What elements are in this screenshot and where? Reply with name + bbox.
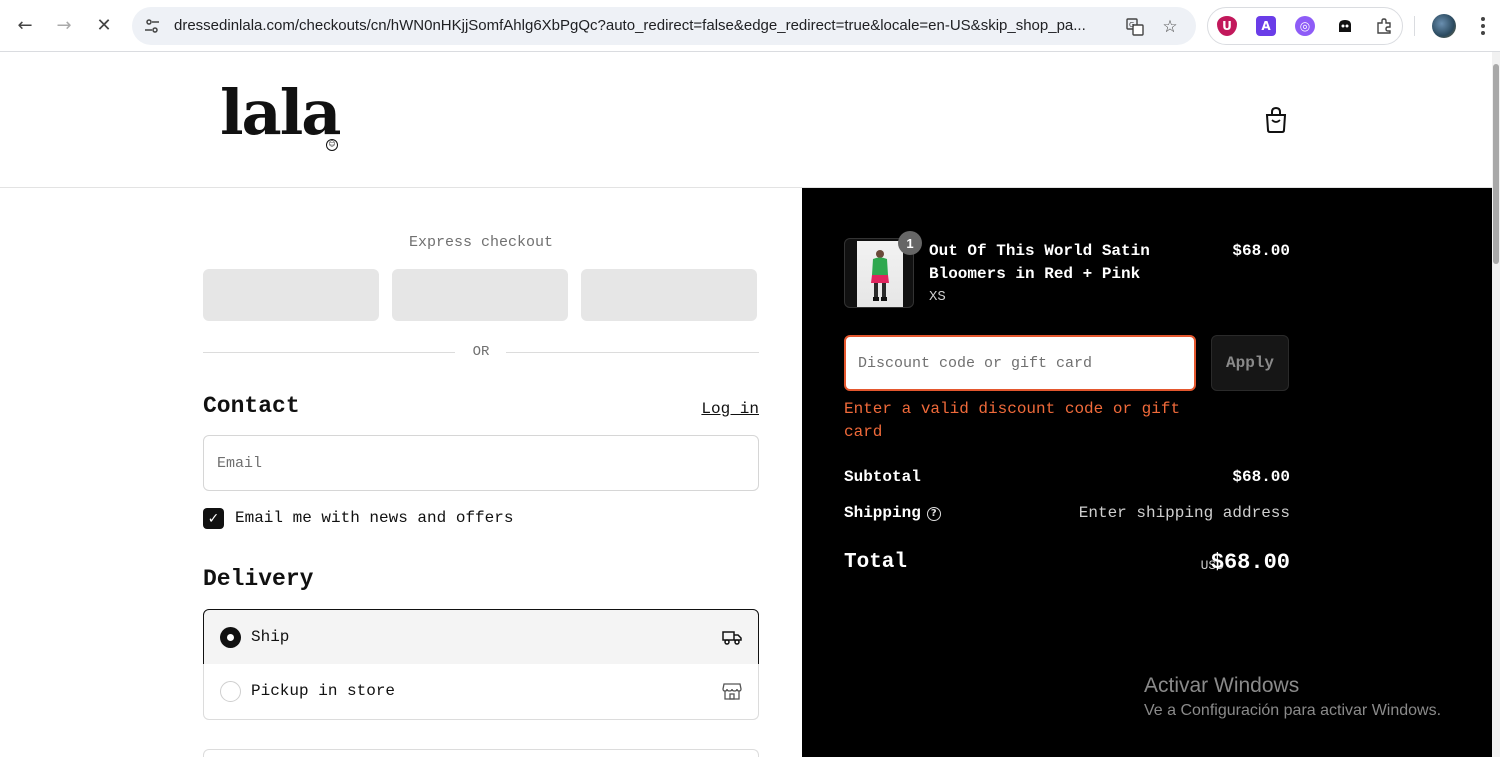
express-checkout-title: Express checkout (408, 234, 554, 251)
express-pay-button[interactable] (203, 269, 379, 321)
url-text: dressedinlala.com/checkouts/cn/hWN0nHKjj… (174, 17, 1086, 34)
login-link[interactable]: Log in (701, 400, 759, 418)
radio-unselected[interactable] (220, 681, 241, 702)
newsletter-checkbox[interactable]: ✓ (203, 508, 224, 529)
quantity-badge: 1 (898, 231, 922, 255)
discount-code-field[interactable] (844, 335, 1196, 391)
logo[interactable]: lala (220, 82, 341, 144)
delivery-option-label: Ship (251, 628, 290, 646)
express-pay-button[interactable] (581, 269, 757, 321)
svg-text:G: G (1129, 21, 1134, 29)
delivery-title: Delivery (203, 566, 314, 592)
order-summary: 1 Out Of This World Satin Bloomers in Re… (802, 188, 1492, 757)
email-field[interactable] (203, 435, 759, 491)
site-header: lala ☺ (0, 52, 1492, 188)
delivery-option-label: Pickup in store (251, 682, 396, 700)
shipping-value: Enter shipping address (1078, 504, 1290, 522)
total-label: Total (844, 551, 908, 574)
toolbar-divider (1414, 16, 1415, 36)
discount-error-message: Enter a valid discount code or gift card (844, 400, 1181, 441)
shipping-label: Shipping (844, 504, 921, 522)
delivery-option-ship[interactable]: Ship (203, 609, 759, 665)
browser-toolbar: ← → ✕ dressedinlala.com/checkouts/cn/hWN… (0, 0, 1500, 52)
site-info-icon[interactable] (142, 16, 162, 36)
swirl-icon[interactable]: ◎ (1295, 16, 1315, 36)
forward-icon[interactable]: → (50, 11, 78, 39)
more-menu-icon[interactable] (1476, 12, 1490, 40)
extensions-group: U A ◎ (1207, 7, 1403, 45)
product-variant: XS (929, 289, 946, 305)
translate-icon[interactable]: G (1124, 16, 1146, 38)
windows-activation-watermark: Activar Windows Ve a Configuración para … (1144, 674, 1441, 720)
radio-selected[interactable] (220, 627, 241, 648)
watermark-subtitle: Ve a Configuración para activar Windows. (1144, 702, 1442, 719)
address-bar[interactable]: dressedinlala.com/checkouts/cn/hWN0nHKjj… (132, 7, 1196, 45)
a-icon[interactable]: A (1256, 16, 1276, 36)
total-value: $68.00 (1210, 550, 1290, 575)
contact-title: Contact (203, 393, 300, 419)
ghost-icon[interactable] (1335, 16, 1355, 36)
bookmark-star-icon[interactable]: ☆ (1159, 16, 1181, 38)
page-scrollbar[interactable] (1492, 52, 1500, 757)
scrollbar-thumb[interactable] (1493, 64, 1499, 264)
product-price: $68.00 (1232, 242, 1290, 260)
product-name: Out Of This World Satin Bloomers in Red … (929, 242, 1150, 283)
stop-loading-icon[interactable]: ✕ (90, 11, 118, 39)
product-photo (857, 241, 903, 307)
subtotal-value: $68.00 (1232, 468, 1290, 486)
puzzle-icon[interactable] (1374, 16, 1394, 36)
express-pay-button[interactable] (392, 269, 568, 321)
profile-avatar[interactable] (1432, 14, 1456, 38)
ublock-icon[interactable]: U (1217, 16, 1237, 36)
store-icon (722, 681, 742, 701)
or-divider: OR (472, 344, 490, 360)
newsletter-label: Email me with news and offers (235, 509, 514, 527)
help-icon[interactable]: ? (926, 507, 941, 521)
shopping-bag-icon[interactable] (1264, 106, 1288, 134)
logo-smiley-icon: ☺ (326, 139, 338, 151)
apply-discount-button[interactable]: Apply (1211, 335, 1289, 391)
back-icon[interactable]: ← (11, 11, 39, 39)
shipping-label-row: Shipping? (844, 504, 941, 522)
truck-icon (722, 627, 742, 647)
watermark-title: Activar Windows (1144, 674, 1300, 697)
subtotal-label: Subtotal (844, 468, 921, 486)
next-field[interactable] (203, 749, 759, 757)
delivery-option-pickup[interactable]: Pickup in store (203, 664, 759, 720)
